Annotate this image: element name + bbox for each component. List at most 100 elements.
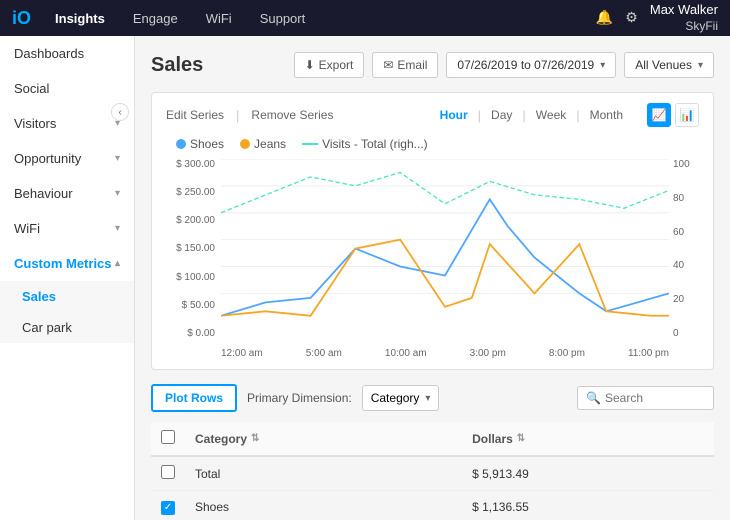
y-label: $ 0.00 (187, 328, 215, 339)
dimension-select[interactable]: Category ▾ (362, 385, 440, 411)
nav-right: 🔔 ⚙ Max Walker SkyFii (596, 2, 718, 34)
time-month[interactable]: Month (586, 106, 627, 124)
sidebar-sub-section: Sales Car park (0, 281, 134, 343)
chart-svg (221, 159, 669, 320)
x-axis: 12:00 am 5:00 am 10:00 am 3:00 pm 8:00 p… (221, 348, 669, 359)
y-right-label: 80 (673, 193, 684, 204)
y-label: $ 300.00 (176, 159, 215, 170)
y-right-label: 40 (673, 260, 684, 271)
sidebar-collapse-button[interactable]: ‹ (111, 103, 129, 121)
table-row: Total $ 5,913.49 (151, 456, 714, 491)
export-button[interactable]: ⬇ Export (294, 52, 365, 78)
legend-visits: Visits - Total (righ...) (302, 137, 428, 151)
main-layout: Dashboards Social Visitors ▾ Opportunity… (0, 36, 730, 520)
x-label: 8:00 pm (549, 348, 585, 359)
time-day[interactable]: Day (487, 106, 516, 124)
table-cell-check (151, 456, 185, 491)
sidebar-sub-sales[interactable]: Sales (0, 281, 134, 312)
search-box[interactable]: 🔍 (577, 386, 714, 410)
y-label: $ 50.00 (182, 300, 215, 311)
line-chart-button[interactable]: 📈 (647, 103, 671, 127)
remove-series-link[interactable]: Remove Series (251, 108, 333, 122)
bell-icon[interactable]: 🔔 (596, 9, 613, 26)
edit-series-link[interactable]: Edit Series (166, 108, 224, 122)
content-area: Sales ⬇ Export ✉ Email 07/26/2019 to 07/… (135, 36, 730, 520)
header-actions: ⬇ Export ✉ Email 07/26/2019 to 07/26/201… (294, 52, 714, 78)
table-cell-dollars: $ 5,913.49 (462, 456, 714, 491)
x-label: 11:00 pm (628, 348, 669, 359)
email-button[interactable]: ✉ Email (372, 52, 438, 78)
legend-visits-dot (302, 143, 318, 145)
y-axis-right: 100 80 60 40 20 0 (669, 159, 699, 339)
plot-rows-button[interactable]: Plot Rows (151, 384, 237, 412)
table-row: ✓ Shoes $ 1,136.55 (151, 491, 714, 520)
legend-shoes: Shoes (176, 137, 224, 151)
venue-picker[interactable]: All Venues ▾ (624, 52, 714, 78)
top-nav: iO Insights Engage WiFi Support 🔔 ⚙ Max … (0, 0, 730, 36)
x-label: 5:00 am (306, 348, 342, 359)
table-cell-category: Shoes (185, 491, 462, 520)
table-cell-dollars: $ 1,136.55 (462, 491, 714, 520)
sidebar-item-social[interactable]: Social (0, 71, 134, 106)
x-label: 12:00 am (221, 348, 263, 359)
row-checkbox-checked[interactable]: ✓ (161, 501, 175, 515)
table-cell-check: ✓ (151, 491, 185, 520)
chart-view-buttons: 📈 📊 (647, 103, 699, 127)
chevron-down-icon: ▾ (600, 60, 605, 71)
sidebar-item-opportunity[interactable]: Opportunity ▾ (0, 141, 134, 176)
search-icon: 🔍 (586, 391, 601, 405)
row-checkbox[interactable] (161, 465, 175, 479)
chevron-down-icon: ▾ (115, 188, 120, 199)
sidebar-sub-carpark[interactable]: Car park (0, 312, 134, 343)
y-right-label: 60 (673, 227, 684, 238)
select-all-checkbox[interactable] (161, 430, 175, 444)
email-icon: ✉ (383, 58, 393, 72)
legend-shoes-dot (176, 139, 186, 149)
nav-insights[interactable]: Insights (51, 11, 109, 26)
date-range-picker[interactable]: 07/26/2019 to 07/26/2019 ▾ (446, 52, 616, 78)
legend-jeans-dot (240, 139, 250, 149)
y-label: $ 150.00 (176, 243, 215, 254)
legend-jeans-label: Jeans (254, 137, 286, 151)
search-input[interactable] (605, 391, 705, 405)
nav-engage[interactable]: Engage (129, 11, 182, 26)
time-week[interactable]: Week (532, 106, 570, 124)
chevron-down-icon: ▾ (425, 393, 430, 404)
y-label: $ 250.00 (176, 187, 215, 198)
time-options: Hour | Day | Week | Month (436, 106, 627, 124)
bar-chart-button[interactable]: 📊 (675, 103, 699, 127)
nav-support[interactable]: Support (256, 11, 310, 26)
table-header-dollars: Dollars ⇅ (462, 422, 714, 456)
sort-icon[interactable]: ⇅ (517, 433, 525, 444)
table-cell-category: Total (185, 456, 462, 491)
page-title: Sales (151, 54, 203, 77)
chart-toolbar: Edit Series | Remove Series Hour | Day |… (166, 103, 699, 127)
table-controls: Plot Rows Primary Dimension: Category ▾ … (151, 384, 714, 412)
sort-icon[interactable]: ⇅ (251, 433, 259, 444)
y-label: $ 200.00 (176, 215, 215, 226)
sidebar-item-dashboards[interactable]: Dashboards (0, 36, 134, 71)
legend-shoes-label: Shoes (190, 137, 224, 151)
chart-container: Edit Series | Remove Series Hour | Day |… (151, 92, 714, 370)
nav-wifi[interactable]: WiFi (202, 11, 236, 26)
legend-jeans: Jeans (240, 137, 286, 151)
sidebar-item-wifi[interactable]: WiFi ▾ (0, 211, 134, 246)
table-header-checkbox (151, 422, 185, 456)
y-right-label: 20 (673, 294, 684, 305)
page-header: Sales ⬇ Export ✉ Email 07/26/2019 to 07/… (151, 52, 714, 78)
chevron-down-icon: ▾ (115, 223, 120, 234)
legend-visits-label: Visits - Total (righ...) (322, 137, 428, 151)
y-axis-left: $ 300.00 $ 250.00 $ 200.00 $ 150.00 $ 10… (166, 159, 221, 339)
chevron-down-icon: ▾ (698, 60, 703, 71)
nav-links: Insights Engage WiFi Support (51, 11, 596, 26)
gear-icon[interactable]: ⚙ (625, 9, 638, 26)
y-label: $ 100.00 (176, 272, 215, 283)
time-hour[interactable]: Hour (436, 106, 472, 124)
sidebar-item-behaviour[interactable]: Behaviour ▾ (0, 176, 134, 211)
data-table: Category ⇅ Dollars ⇅ (151, 422, 714, 520)
sidebar-item-custom-metrics[interactable]: Custom Metrics ▴ (0, 246, 134, 281)
user-subtitle: SkyFii (650, 19, 718, 35)
dimension-value: Category (371, 391, 420, 405)
chevron-up-icon: ▴ (115, 258, 120, 269)
user-info: Max Walker SkyFii (650, 2, 718, 34)
